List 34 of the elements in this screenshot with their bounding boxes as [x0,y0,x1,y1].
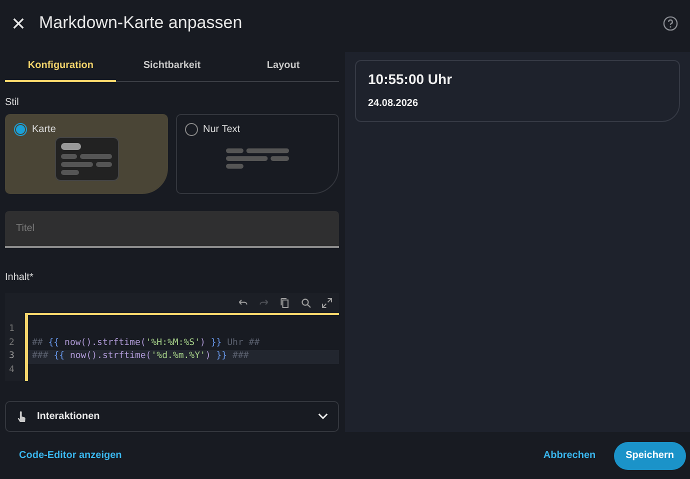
line-number: 2 [8,336,16,350]
style-option[interactable]: Nur Text [176,114,339,194]
search-icon[interactable] [300,297,312,310]
radio-button[interactable] [14,123,27,136]
hand-pointer-icon [16,410,27,424]
expand-icon[interactable] [321,297,333,310]
tab[interactable]: Sichtbarkeit [116,52,228,82]
interactions-panel[interactable]: Interaktionen [5,401,339,432]
code-editor[interactable]: 1 2 3 4 ## {{ now().strftime('%H:%M:%S') }} Uhr ## ### {{ now().strftime('%d.%m.%Y') }} ### [5,293,339,382]
cancel-button[interactable]: Abbrechen [543,450,596,461]
option-label: Nur Text [203,124,240,135]
dialog-title: Markdown-Karte anpassen [39,13,244,33]
option-label: Karte [32,124,56,135]
line-number: 4 [8,364,16,377]
chevron-icon [318,413,328,420]
tab[interactable]: Konfiguration [5,52,116,82]
preview-subheading: 24.08.2026 [368,98,420,109]
card-layout-icon [54,137,118,181]
line-number: 1 [8,323,16,336]
tab[interactable]: Layout [228,52,339,82]
copy-icon[interactable] [279,297,291,310]
radio-button[interactable] [185,123,198,136]
title-field[interactable]: Titel [5,211,339,248]
section-label: Inhalt* [5,272,34,284]
interactions-label: Interaktionen [37,411,101,422]
line-number: 3 [8,350,16,364]
preview-heading: 10:55:00 Uhr [368,71,454,87]
section-label: Stil [5,97,20,108]
code-line: ## {{ now().strftime('%H:%M:%S') }} Uhr ## [31,336,261,350]
code-editor-link[interactable]: Code-Editor anzeigen [19,450,122,461]
help-icon[interactable] [663,16,678,30]
close-icon[interactable] [12,16,25,30]
text-layout-icon [226,148,290,170]
style-option[interactable]: Karte [5,114,168,194]
